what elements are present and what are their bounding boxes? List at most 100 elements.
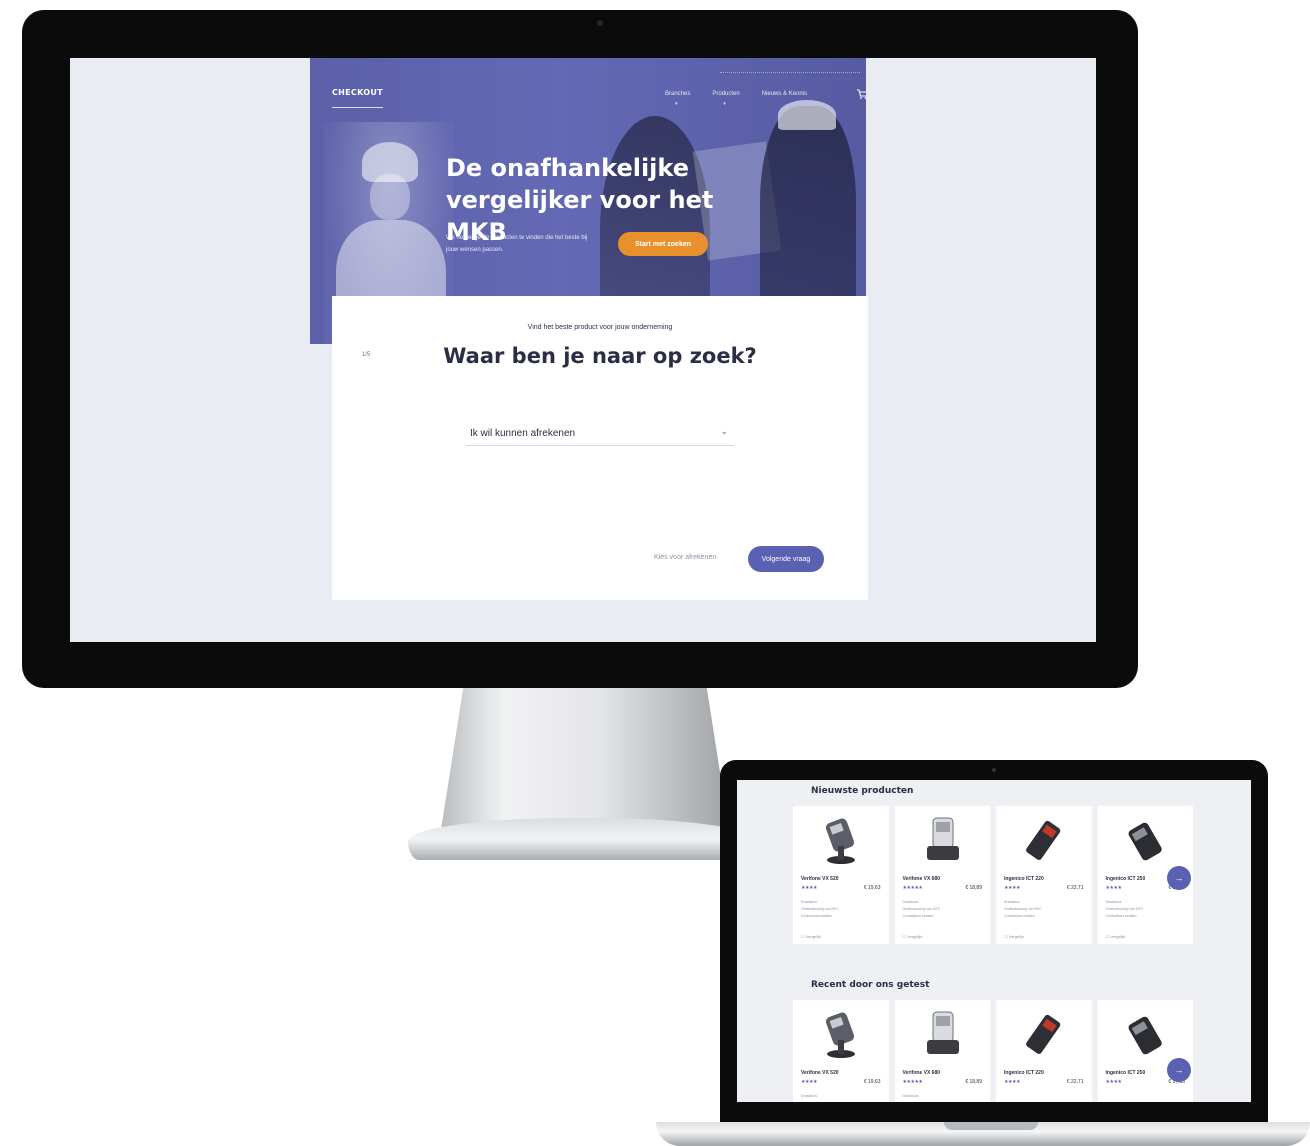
payment-terminal-icon: [1128, 1016, 1162, 1055]
scroll-next-button[interactable]: →: [1167, 1058, 1191, 1082]
imac-screen: CHECKOUT Branches ▾ Producten ▾ Nieuws &…: [70, 58, 1096, 642]
product-price: € 22,71: [1066, 1079, 1084, 1085]
product-name: Verifone VX 520: [801, 876, 839, 882]
website: CHECKOUT Branches ▾ Producten ▾ Nieuws &…: [310, 58, 868, 642]
site-logo[interactable]: CHECKOUT: [332, 88, 383, 108]
feature-item: Ondersteuning van NFC: [1105, 907, 1144, 911]
product-card[interactable]: Ingenico ICT 220 ★★★★ € 22,71: [996, 1000, 1092, 1102]
skip-link[interactable]: Kies voor afrekenen: [654, 554, 716, 561]
product-price: € 22,71: [1066, 885, 1084, 891]
rating-stars: ★★★★: [801, 1079, 817, 1085]
rating-stars: ★★★★: [1004, 1079, 1020, 1085]
card-kicker: Vind het beste product voor jouw onderne…: [527, 324, 673, 331]
product-grid-newest: Verifone VX 520 ★★★★ € 19,63 Draadloos O…: [793, 806, 1193, 944]
start-search-button[interactable]: Start met zoeken: [618, 232, 708, 256]
compare-label: Vergelijk: [1110, 934, 1126, 939]
product-card[interactable]: Verifone VX 520 ★★★★ € 19,63 Draadloos: [793, 1000, 889, 1102]
rating-stars: ★★★★: [1105, 1079, 1122, 1085]
nav-item-nieuws[interactable]: Nieuws & Kennis: [762, 91, 807, 97]
top-utility-bar: [720, 72, 860, 74]
chevron-down-icon: ▾: [675, 101, 678, 107]
compare-label: Vergelijk: [1008, 934, 1024, 939]
nav-item-label: Branches: [665, 91, 691, 97]
product-card[interactable]: Verifone VX 520 ★★★★ € 19,63 Draadloos O…: [793, 806, 889, 944]
nav-item-branches[interactable]: Branches ▾: [665, 91, 691, 107]
laptop-screen: Nieuwste producten Verifone VX 520 ★★★★ …: [737, 780, 1251, 1102]
arrow-right-icon: →: [1174, 873, 1184, 883]
product-card[interactable]: Ingenico ICT 220 ★★★★ € 22,71 Draadloos …: [996, 806, 1092, 944]
compare-checkbox[interactable]: ☐ Vergelijk: [1004, 934, 1024, 939]
imac-bezel: CHECKOUT Branches ▾ Producten ▾ Nieuws &…: [22, 10, 1138, 688]
compare-checkbox[interactable]: ☐ Vergelijk: [903, 934, 923, 939]
feature-item: Draadloos: [801, 1094, 817, 1098]
product-price: € 18,89: [965, 1079, 982, 1085]
feature-item: Draadloos: [902, 900, 919, 904]
feature-item: Draadloos: [1004, 900, 1020, 904]
product-name: Ingenico ICT 250: [1105, 1070, 1146, 1076]
feature-item: Contactloos betalen: [801, 914, 832, 918]
product-name: Verifone VX 520: [801, 1070, 839, 1076]
compare-label: Vergelijk: [907, 934, 923, 939]
select-value: Ik wil kunnen afrekenen: [470, 428, 576, 439]
payment-terminal-icon: [926, 1011, 959, 1054]
feature-item: Contactloos betalen: [1105, 914, 1137, 918]
feature-item: Draadloos: [1105, 900, 1122, 904]
rating-stars: ★★★★: [801, 885, 817, 891]
compare-checkbox[interactable]: ☐ Vergelijk: [1106, 934, 1126, 939]
section-title-tested: Recent door ons getest: [811, 980, 930, 990]
section-title-newest: Nieuwste producten: [811, 786, 914, 796]
rating-stars: ★★★★★: [902, 1079, 923, 1085]
product-name: Verifone VX 680: [902, 876, 941, 882]
top-nav: CHECKOUT Branches ▾ Producten ▾ Nieuws &…: [310, 58, 866, 110]
compare-checkbox[interactable]: ☐ Vergelijk: [801, 934, 821, 939]
product-card[interactable]: Verifone VX 680 ★★★★★ € 18,89 Draadloos …: [894, 806, 990, 944]
feature-item: Ondersteuning van NFC: [801, 907, 839, 911]
compare-label: Vergelijk: [805, 934, 821, 939]
questionnaire-card: 1/5 Vind het beste product voor jouw ond…: [332, 296, 868, 600]
product-price: € 18,89: [965, 885, 982, 891]
payment-terminal-icon: [926, 817, 959, 860]
nav-menu: Branches ▾ Producten ▾ Nieuws & Kennis: [665, 91, 807, 107]
laptop-notch: [944, 1122, 1038, 1130]
rating-stars: ★★★★★: [902, 885, 923, 891]
payment-terminal-icon: [1128, 822, 1162, 861]
laptop-lid: Nieuwste producten Verifone VX 520 ★★★★ …: [720, 760, 1268, 1122]
product-card[interactable]: Verifone VX 680 ★★★★★ € 18,89 Draadloos: [894, 1000, 990, 1102]
nav-item-label: Nieuws & Kennis: [761, 91, 808, 97]
product-card[interactable]: Ingenico ICT 250 ★★★★ € 17,35: [1097, 1000, 1193, 1102]
product-price: € 19,63: [863, 1079, 881, 1085]
nav-item-producten[interactable]: Producten ▾: [712, 91, 740, 107]
camera-icon: [597, 20, 603, 26]
product-name: Ingenico ICT 220: [1004, 876, 1044, 882]
product-name: Ingenico ICT 220: [1004, 1070, 1044, 1076]
feature-item: Draadloos: [801, 900, 817, 904]
next-question-button[interactable]: Volgende vraag: [748, 546, 824, 572]
nav-item-label: Producten: [712, 91, 740, 97]
rating-stars: ★★★★: [1004, 885, 1020, 891]
product-grid-tested: Verifone VX 520 ★★★★ € 19,63 Draadloos V…: [793, 1000, 1193, 1102]
product-price: € 19,63: [863, 885, 881, 891]
imac-stand: [440, 688, 730, 836]
chevron-down-icon: ▾: [723, 101, 726, 107]
card-question: Waar ben je naar op zoek?: [443, 344, 757, 368]
payment-terminal-icon: [1026, 820, 1061, 860]
camera-icon: [992, 768, 996, 772]
arrow-right-icon: →: [1174, 1065, 1184, 1075]
chef-head-shape: [370, 174, 410, 220]
product-name: Ingenico ICT 250: [1105, 876, 1146, 882]
scroll-next-button[interactable]: →: [1167, 866, 1191, 890]
product-name: Verifone VX 680: [902, 1070, 941, 1076]
feature-item: Ondersteuning van NFC: [902, 907, 941, 911]
rating-stars: ★★★★: [1105, 885, 1122, 891]
feature-item: Ondersteuning van NFC: [1004, 907, 1042, 911]
feature-item: Contactloos betalen: [1004, 914, 1035, 918]
hero-subtitle: We helpen je de producten te vinden die …: [446, 235, 588, 253]
feature-item: Contactloos betalen: [902, 914, 934, 918]
need-select[interactable]: Ik wil kunnen afrekenen ⌄: [466, 420, 734, 446]
payment-terminal-icon: [825, 818, 855, 864]
payment-terminal-icon: [825, 1012, 855, 1058]
imac-foot: [408, 818, 758, 860]
chevron-down-icon: ⌄: [720, 426, 728, 436]
cart-icon[interactable]: [856, 88, 866, 100]
feature-item: Draadloos: [902, 1094, 919, 1098]
